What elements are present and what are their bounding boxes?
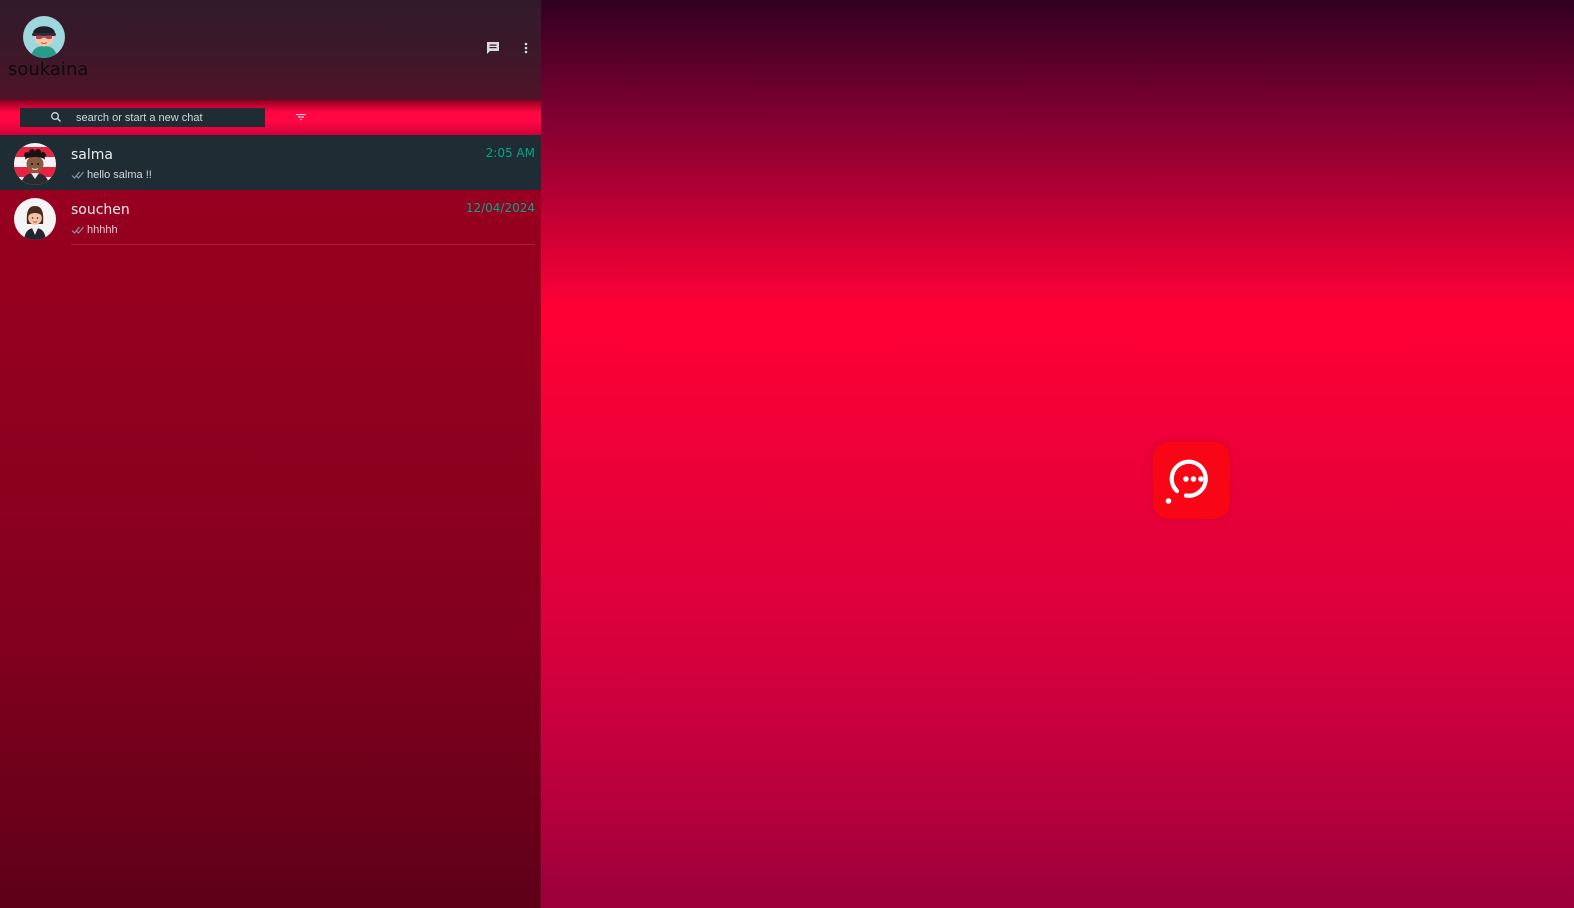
double-check-icon <box>71 171 84 179</box>
new-chat-button[interactable] <box>482 37 504 59</box>
chat-item-souchen[interactable]: souchen 12/04/2024 hhhhh <box>0 190 541 245</box>
chat-bubble-icon <box>487 42 499 54</box>
search-box[interactable] <box>20 108 265 127</box>
contact-name: salma <box>71 147 113 163</box>
user-name: soukaina <box>8 59 89 80</box>
search-bar <box>0 100 541 135</box>
double-check-icon <box>71 226 84 234</box>
search-icon <box>51 112 62 123</box>
contact-name: souchen <box>71 202 130 218</box>
filter-icon[interactable] <box>294 111 308 123</box>
last-message: hello salma !! <box>87 169 152 181</box>
sidebar: soukaina search or start a new chat salm… <box>0 0 541 908</box>
vertical-dots-icon <box>524 42 528 54</box>
chat-app: soukaina search or start a new chat salm… <box>0 0 1574 908</box>
contact-avatar <box>14 198 56 240</box>
chat-time: 2:05 AM <box>485 146 535 160</box>
chat-list: salma 2:05 AM hello salma !! souchen 12/… <box>0 135 541 245</box>
chat-time: 12/04/2024 <box>465 201 535 215</box>
main-pane <box>541 0 1574 908</box>
last-message: hhhhh <box>87 224 118 236</box>
menu-button[interactable] <box>515 37 537 59</box>
message-preview: hhhhh <box>71 223 118 237</box>
contact-avatar <box>14 143 56 185</box>
user-avatar[interactable] <box>23 16 65 58</box>
chat-item-salma[interactable]: salma 2:05 AM hello salma !! <box>0 135 541 190</box>
chat-logo-icon <box>1153 442 1230 519</box>
profile-header: soukaina <box>0 0 541 100</box>
divider <box>71 244 535 245</box>
search-input[interactable] <box>76 108 261 127</box>
message-preview: hello salma !! <box>71 168 152 182</box>
